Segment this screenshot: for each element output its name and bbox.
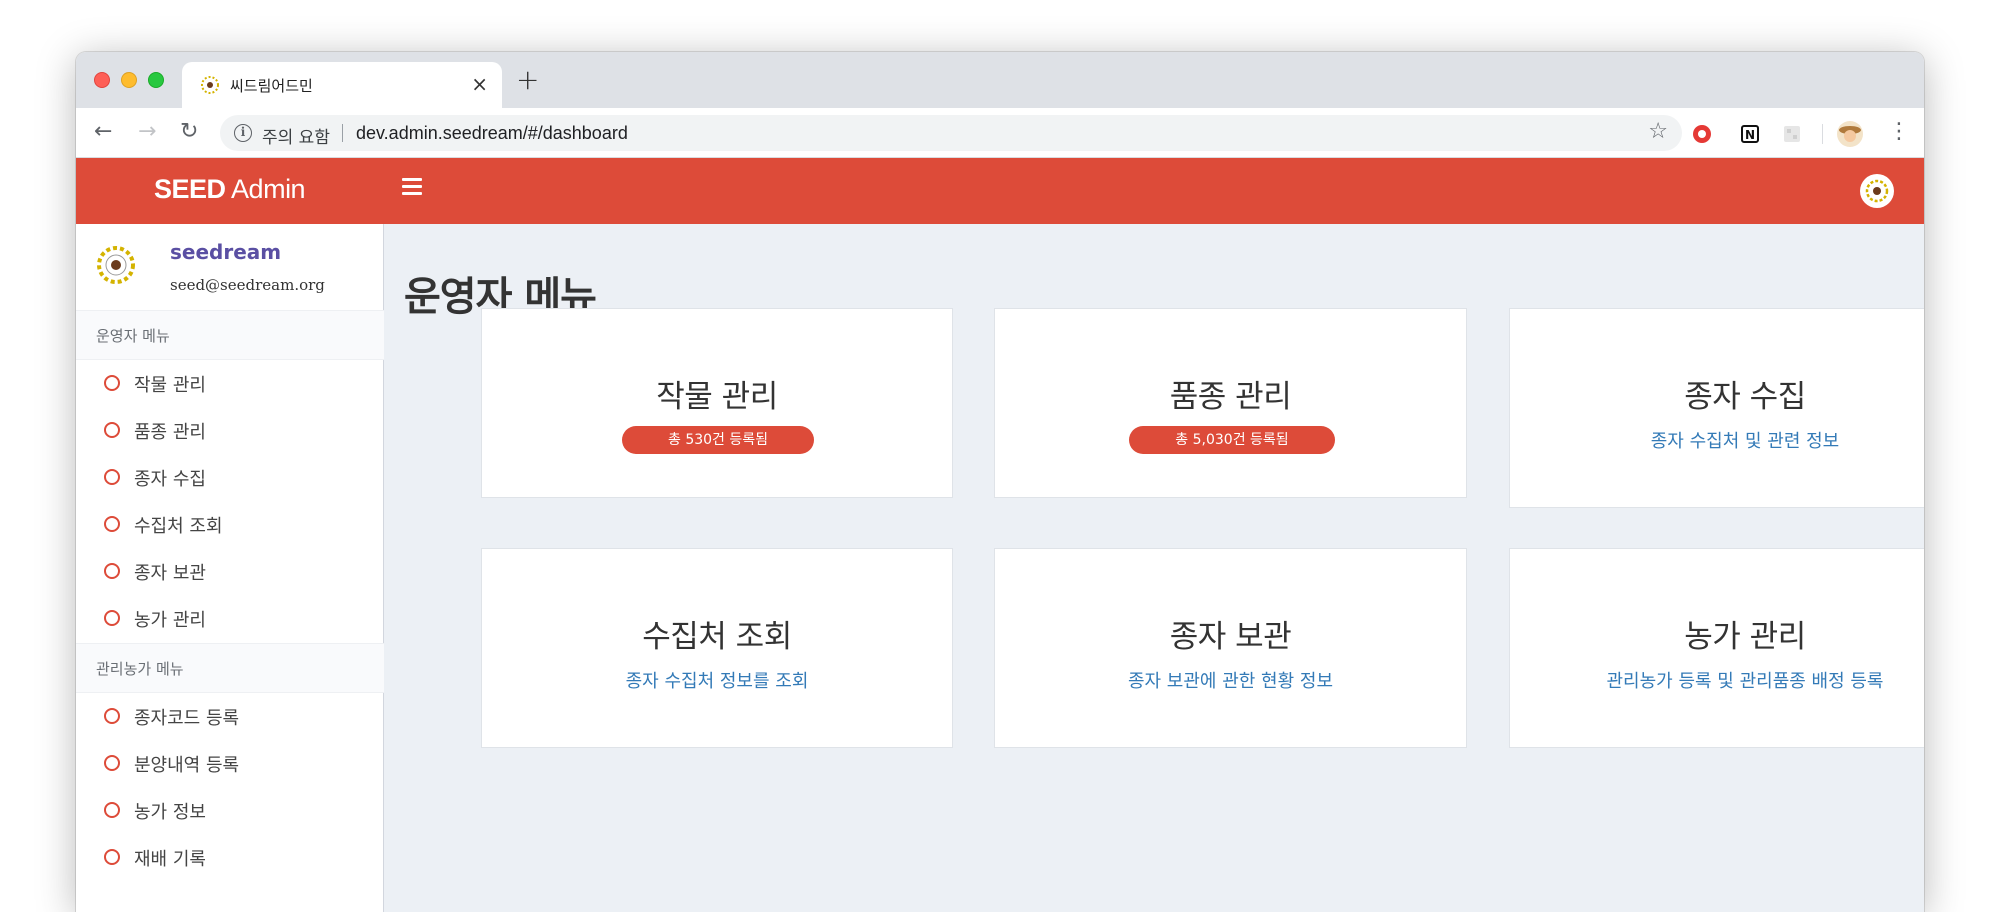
status-badge: 총 5,030건 등록됨 [1129,426,1335,454]
sidebar-item-label: 품종 관리 [134,422,206,443]
user-panel: seedream seed@seedream.org [76,224,384,310]
circle-outline-icon [104,755,120,771]
more-vert-icon[interactable]: ⋮ [1888,120,1910,144]
sidebar-item-crop-management[interactable]: 작물 관리 [76,360,384,407]
app-header: SEED Admin [76,158,1924,224]
maximize-window-button[interactable] [148,72,164,88]
card-title: 수집처 조회 [642,619,792,655]
circle-outline-icon [104,469,120,485]
sidebar-item-label: 작물 관리 [134,375,206,396]
sidebar-item-label: 종자코드 등록 [134,708,240,729]
sidebar-item-label: 재배 기록 [134,849,206,870]
card-title: 종자 수집 [1684,379,1806,415]
sidebar-section-managed-farm: 관리농가 메뉴 [76,643,384,693]
sidebar-item-label: 농가 관리 [134,610,206,631]
user-email: seed@seedream.org [170,276,325,294]
sidebar-item-label: 수집처 조회 [134,516,223,537]
card-description: 종자 수집처 정보를 조회 [625,671,809,692]
circle-outline-icon [104,708,120,724]
sidebar-item-seed-collection[interactable]: 종자 수집 [76,454,384,501]
circle-outline-icon [104,849,120,865]
brand-logo[interactable]: SEED Admin [154,174,306,205]
brand-light: Admin [231,174,306,204]
card-title: 작물 관리 [656,379,778,415]
info-icon[interactable]: i [234,124,252,142]
browser-tab[interactable]: 씨드림어드민 × [182,62,502,108]
user-avatar [97,246,135,284]
profile-avatar[interactable] [1836,120,1864,148]
sidebar-item-seed-storage[interactable]: 종자 보관 [76,548,384,595]
circle-outline-icon [104,422,120,438]
circle-outline-icon [104,802,120,818]
sidebar-item-label: 종자 수집 [134,469,206,490]
arrow-right-icon[interactable]: → [138,120,156,144]
hamburger-menu-icon[interactable] [402,178,422,196]
sidebar-item-label: 농가 정보 [134,802,206,823]
sidebar-item-farm-management[interactable]: 농가 관리 [76,595,384,642]
brand-bold: SEED [154,174,226,204]
sidebar-item-seed-code-registration[interactable]: 종자코드 등록 [76,693,384,740]
dashboard-card-seed-storage[interactable]: 종자 보관 종자 보관에 관한 현황 정보 [994,548,1467,748]
card-description: 종자 보관에 관한 현황 정보 [1127,671,1334,692]
reload-icon[interactable]: ↻ [180,120,198,144]
star-icon[interactable]: ☆ [1648,119,1668,144]
dashboard-card-crop-management[interactable]: 작물 관리 총 530건 등록됨 [481,308,953,498]
dashboard-card-variety-management[interactable]: 품종 관리 총 5,030건 등록됨 [994,308,1467,498]
sidebar-item-collection-site-lookup[interactable]: 수집처 조회 [76,501,384,548]
arrow-left-icon[interactable]: ← [94,120,112,144]
seed-logo-icon [201,76,219,94]
card-title: 농가 관리 [1684,619,1806,655]
close-tab-icon[interactable]: × [471,72,488,96]
browser-window: 씨드림어드민 × + ← → ↻ i 주의 요함 dev.admin.seedr… [76,52,1924,912]
browser-toolbar: ← → ↻ i 주의 요함 dev.admin.seedream/#/dashb… [76,108,1924,158]
card-title: 품종 관리 [1169,379,1292,415]
sidebar: seedream seed@seedream.org 운영자 메뉴 작물 관리 … [76,224,384,912]
security-label[interactable]: 주의 요함 [262,123,330,148]
svg-text:N: N [1745,128,1755,142]
card-description: 관리농가 등록 및 관리품종 배정 등록 [1606,671,1884,692]
circle-outline-icon [104,563,120,579]
circle-outline-icon [104,375,120,391]
circle-outline-icon [104,610,120,626]
sidebar-item-cultivation-record[interactable]: 재배 기록 [76,834,384,881]
extension-grid-icon[interactable] [1782,124,1802,144]
tab-title: 씨드림어드민 [230,77,313,95]
sidebar-item-label: 종자 보관 [134,563,206,584]
new-tab-button[interactable]: + [516,65,539,95]
status-badge: 총 530건 등록됨 [622,426,814,454]
toolbar-separator [1822,124,1823,144]
address-bar[interactable]: i 주의 요함 dev.admin.seedream/#/dashboard ☆ [220,115,1682,151]
notion-icon[interactable]: N [1740,124,1760,144]
circle-outline-icon [104,516,120,532]
dashboard-card-seed-collection[interactable]: 종자 수집 종자 수집처 및 관련 정보 [1509,308,1924,508]
tab-strip: 씨드림어드민 × + [76,52,1924,108]
header-user-avatar[interactable] [1860,174,1894,208]
sidebar-item-label: 분양내역 등록 [134,755,240,776]
sidebar-item-distribution-registration[interactable]: 분양내역 등록 [76,740,384,787]
extension-red-icon[interactable] [1692,124,1712,144]
card-description: 종자 수집처 및 관련 정보 [1650,431,1840,452]
card-title: 종자 보관 [1169,619,1292,655]
dashboard-card-farm-management[interactable]: 농가 관리 관리농가 등록 및 관리품종 배정 등록 [1509,548,1924,748]
close-window-button[interactable] [94,72,110,88]
dashboard-card-collection-site-lookup[interactable]: 수집처 조회 종자 수집처 정보를 조회 [481,548,953,748]
address-separator [342,124,343,142]
sidebar-section-operator: 운영자 메뉴 [76,310,384,360]
sidebar-item-farm-info[interactable]: 농가 정보 [76,787,384,834]
user-name: seedream [170,240,282,264]
main-content: 운영자 메뉴 작물 관리 총 530건 등록됨 품종 관리 총 5,030건 등… [384,224,1924,912]
url-text[interactable]: dev.admin.seedream/#/dashboard [356,123,628,144]
sidebar-item-variety-management[interactable]: 품종 관리 [76,407,384,454]
minimize-window-button[interactable] [121,72,137,88]
